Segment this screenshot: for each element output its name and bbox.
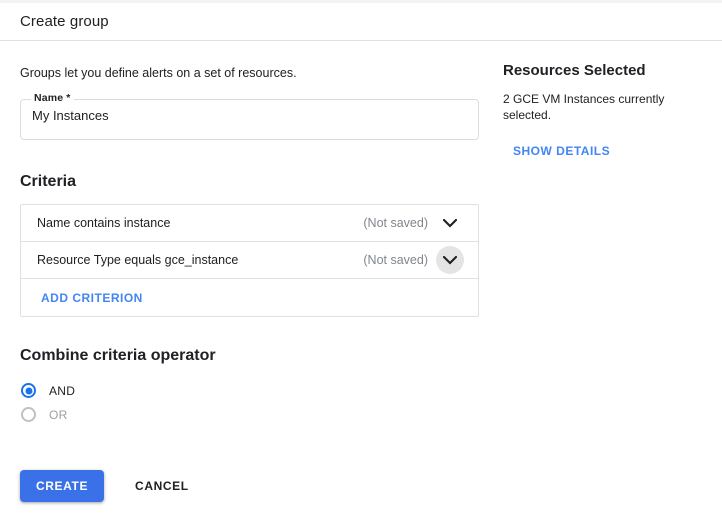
chevron-down-icon[interactable] [436, 246, 464, 274]
add-criterion-row[interactable]: ADD CRITERION [21, 279, 478, 316]
name-input[interactable] [32, 108, 462, 123]
chevron-down-icon[interactable] [436, 209, 464, 237]
radio-button-and[interactable] [21, 383, 36, 398]
resources-selected-panel: Resources Selected 2 GCE VM Instances cu… [503, 62, 713, 160]
criteria-heading: Criteria [20, 173, 480, 191]
cancel-button[interactable]: CANCEL [127, 470, 197, 502]
radio-option-and[interactable]: AND [20, 379, 480, 402]
create-button[interactable]: CREATE [20, 470, 104, 502]
radio-button-or[interactable] [21, 407, 36, 422]
criteria-row-status: (Not saved) [363, 216, 428, 230]
form-description: Groups let you define alerts on a set of… [20, 65, 480, 81]
criteria-row-label: Resource Type equals gce_instance [37, 253, 363, 267]
form-column: Groups let you define alerts on a set of… [20, 42, 480, 427]
name-field-container[interactable]: Name * [20, 99, 479, 140]
combine-operator-radio-group: AND OR [20, 379, 480, 426]
radio-option-or[interactable]: OR [20, 403, 480, 426]
radio-label-or: OR [49, 408, 68, 422]
resources-selected-summary: 2 GCE VM Instances currently selected. [503, 91, 713, 123]
criteria-row[interactable]: Resource Type equals gce_instance (Not s… [21, 242, 478, 279]
criteria-row-status: (Not saved) [363, 253, 428, 267]
criteria-row-label: Name contains instance [37, 216, 363, 230]
show-details-button[interactable]: SHOW DETAILS [513, 144, 610, 158]
page-header: Create group [0, 3, 722, 41]
add-criterion-button[interactable]: ADD CRITERION [41, 291, 143, 305]
combine-operator-heading: Combine criteria operator [20, 347, 480, 365]
show-details-row: SHOW DETAILS [513, 142, 713, 160]
radio-label-and: AND [49, 384, 75, 398]
page-content: Groups let you define alerts on a set of… [0, 42, 722, 517]
criteria-row[interactable]: Name contains instance (Not saved) [21, 205, 478, 242]
form-actions: CREATE CANCEL [20, 470, 197, 502]
resources-selected-title: Resources Selected [503, 62, 713, 79]
radio-dot [25, 387, 32, 394]
name-field-label: Name * [31, 92, 74, 104]
criteria-card: Name contains instance (Not saved) Resou… [20, 204, 479, 317]
page-title: Create group [20, 13, 109, 30]
